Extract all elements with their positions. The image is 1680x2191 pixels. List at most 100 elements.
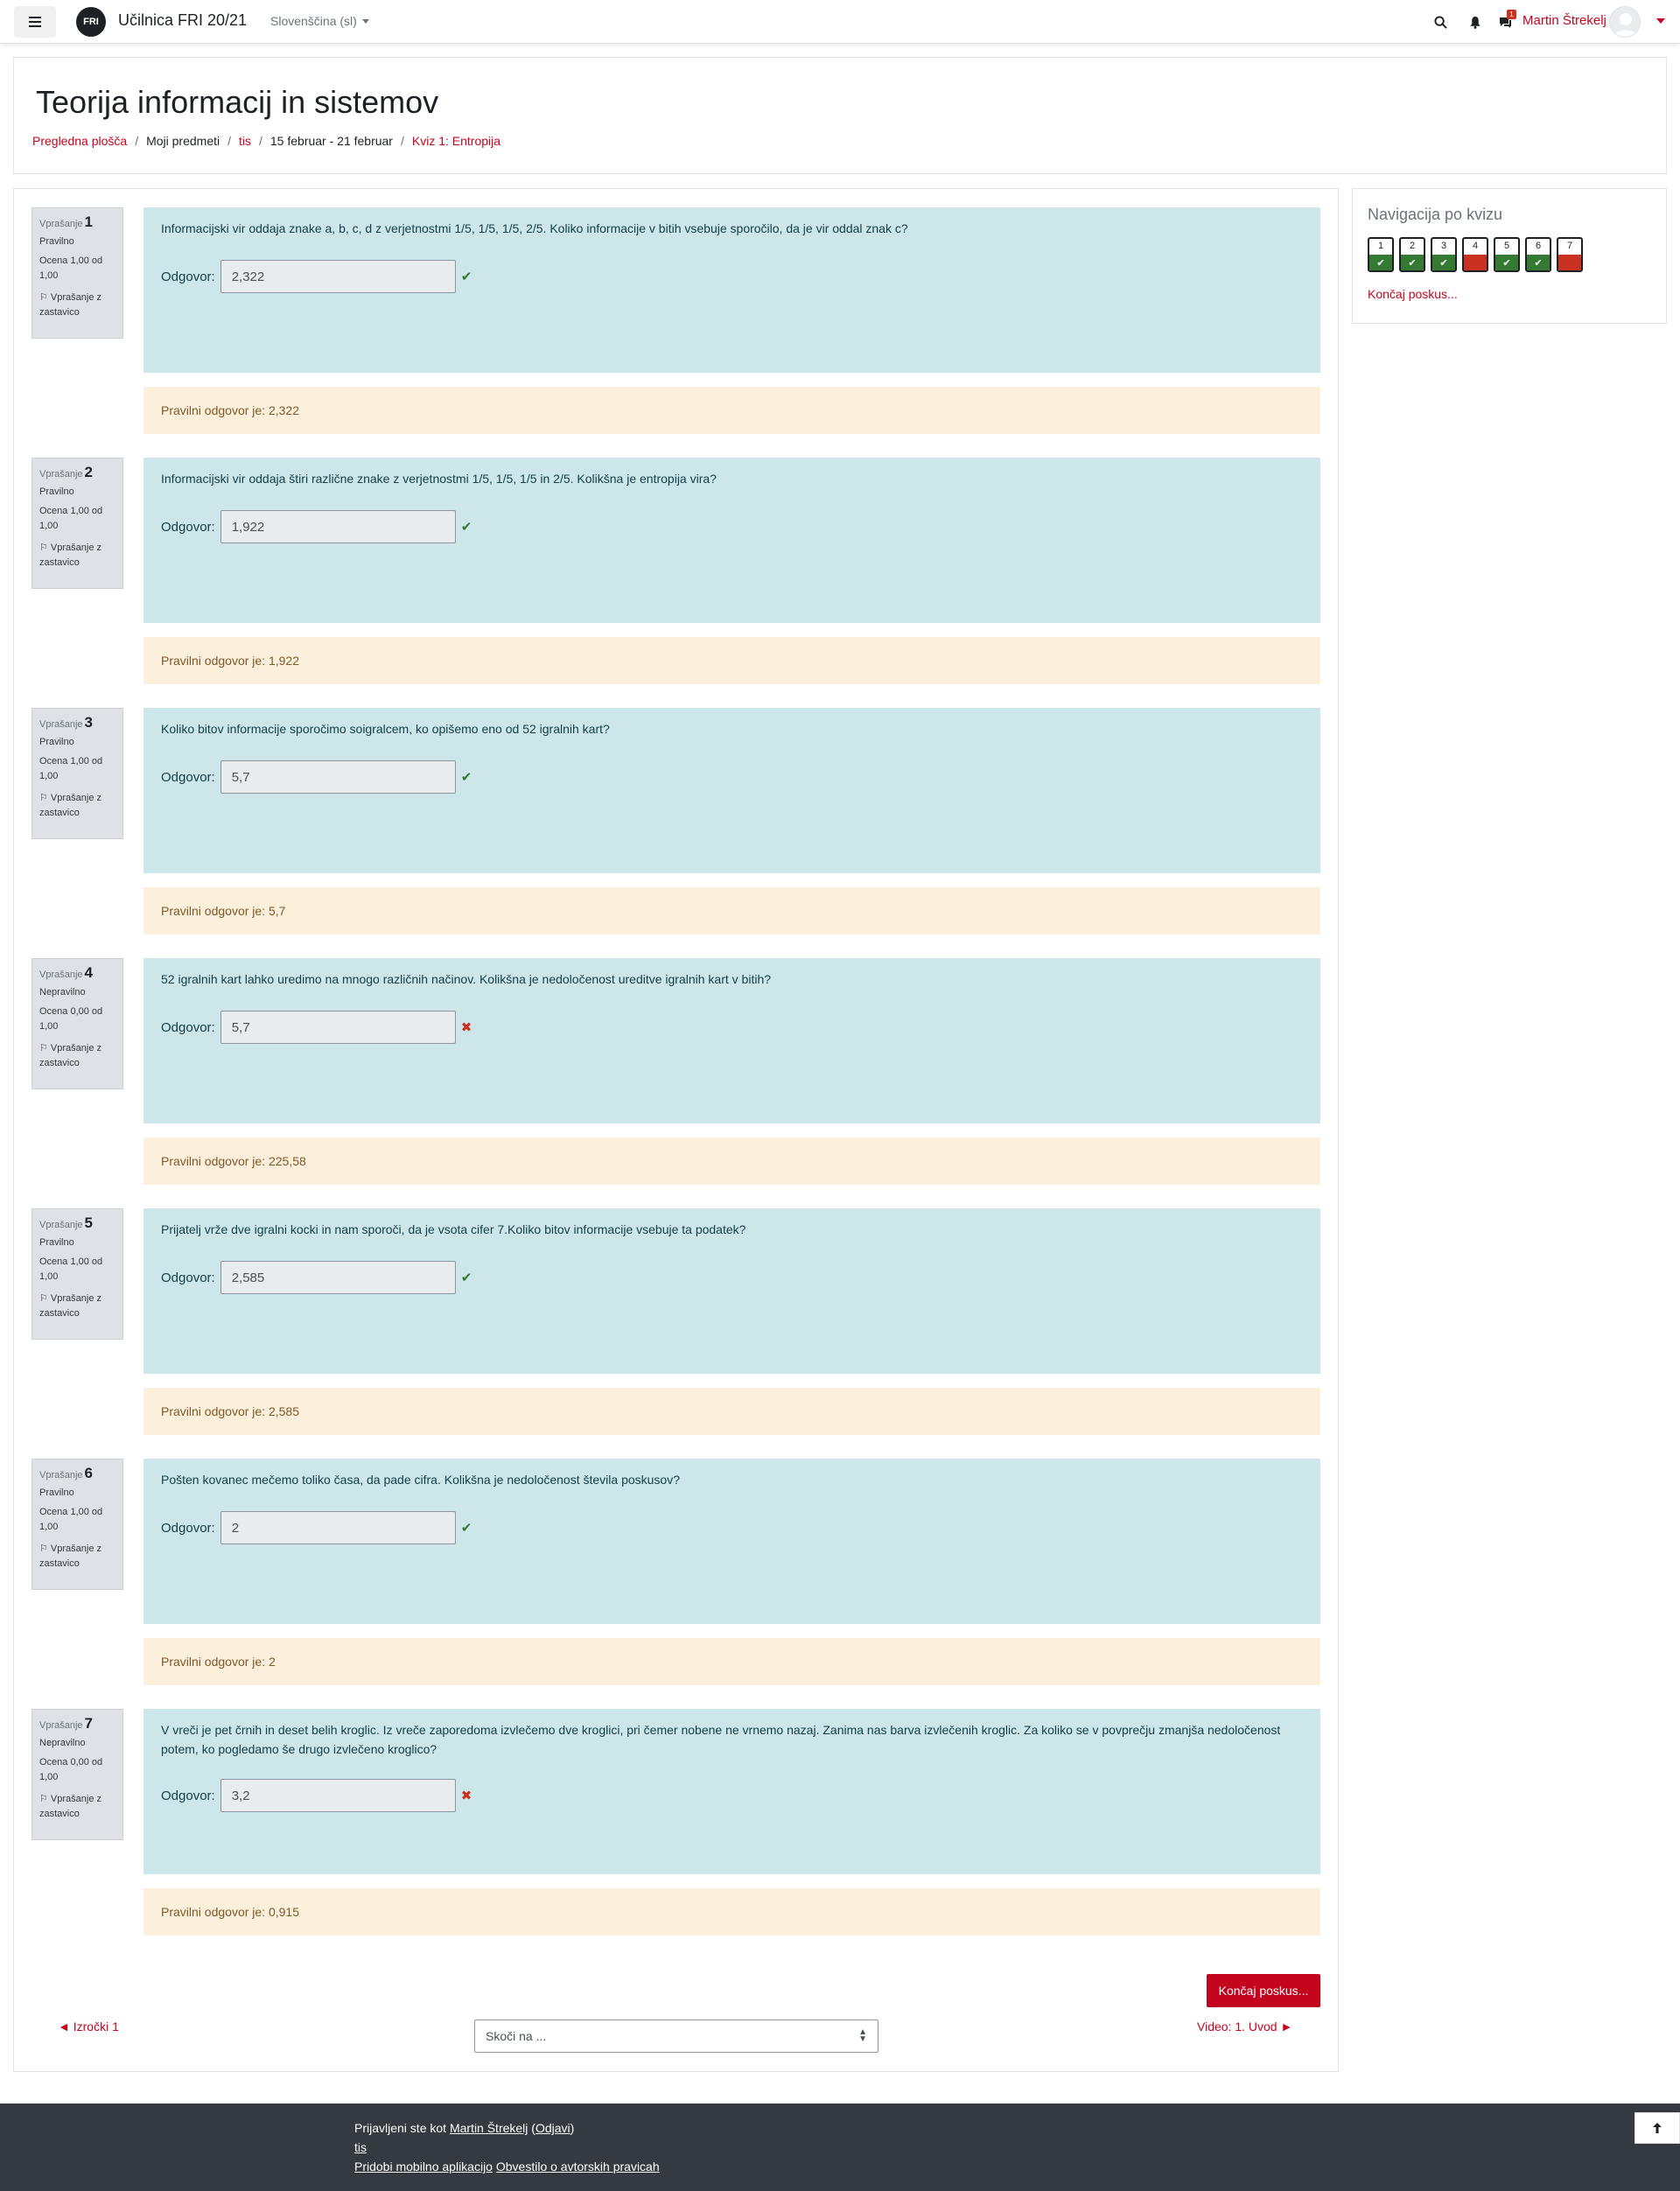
finish-attempt-link[interactable]: Končaj poskus...: [1368, 287, 1458, 301]
answer-row: Odgovor: 2,322 ✔: [161, 260, 472, 293]
user-menu-chevron-icon[interactable]: [1656, 18, 1665, 24]
language-menu[interactable]: Slovenščina (sl): [270, 14, 369, 28]
quiz-navigation-block: Navigacija po kvizu 1 ✔ 2 ✔ 3 ✔ 4 5 ✔ 6 ✔ 7 K…: [1352, 188, 1667, 324]
breadcrumb-dashboard[interactable]: Pregledna plošča: [32, 134, 127, 148]
quiz-review-region: Vprašanje 1 Pravilno Ocena 1,00 od 1,00 ⚐…: [13, 188, 1339, 2072]
answer-row: Odgovor: 2,585 ✔: [161, 1261, 472, 1294]
breadcrumb-my-courses: Moji predmeti: [146, 134, 220, 148]
answer-field[interactable]: 5,7: [220, 1011, 456, 1044]
answer-label: Odgovor:: [161, 1788, 215, 1803]
drawer-toggle-button[interactable]: [14, 6, 56, 38]
right-answer-feedback: Pravilni odgovor je: 5,7: [144, 887, 1320, 934]
flag-question-toggle[interactable]: ⚐ Vprašanje z zastavico: [39, 1542, 116, 1572]
question-state: Pravilno: [39, 1488, 74, 1498]
block-title: Navigacija po kvizu: [1368, 206, 1503, 223]
check-icon: ✔: [460, 770, 472, 785]
question-number: Vprašanje 5: [39, 1214, 94, 1231]
flag-icon: ⚐: [39, 793, 51, 803]
quiz-nav-button-1[interactable]: 1 ✔: [1368, 237, 1394, 272]
question-grade: Ocena 1,00 od 1,00: [39, 256, 103, 281]
incorrect-marker: [1464, 255, 1487, 270]
finish-attempt-button[interactable]: Končaj poskus...: [1207, 1974, 1320, 2007]
flag-question-toggle[interactable]: ⚐ Vprašanje z zastavico: [39, 1792, 116, 1822]
jump-to-label: Skoči na ...: [486, 2029, 547, 2043]
quiz-nav-button-4[interactable]: 4: [1462, 237, 1488, 272]
quiz-nav-button-2[interactable]: 2 ✔: [1399, 237, 1425, 272]
quiz-nav-button-6[interactable]: 6 ✔: [1525, 237, 1551, 272]
question-text: Koliko bitov informacije sporočimo soigr…: [161, 722, 610, 736]
question-state: Pravilno: [39, 737, 74, 747]
answer-field[interactable]: 2,585: [220, 1261, 456, 1294]
incorrect-marker: [1558, 255, 1581, 270]
question-number: Vprašanje 6: [39, 1465, 94, 1481]
logout-link[interactable]: Odjavi: [536, 2121, 570, 2135]
breadcrumb-course[interactable]: tis: [239, 134, 251, 148]
sort-arrows-icon: ▲ ▼: [858, 2027, 867, 2044]
site-name[interactable]: Učilnica FRI 20/21: [118, 11, 247, 30]
jump-to-select[interactable]: Skoči na ... ▲ ▼: [474, 2020, 878, 2053]
question-content: Prijatelj vrže dve igralni kocki in nam …: [144, 1208, 1320, 1374]
question-grade: Ocena 0,00 od 1,00: [39, 1006, 103, 1032]
quiz-nav-button-5[interactable]: 5 ✔: [1494, 237, 1520, 272]
question-info: Vprašanje 5 Pravilno Ocena 1,00 od 1,00 ⚐…: [32, 1208, 123, 1340]
user-menu-name[interactable]: Martin Štrekelj: [1522, 13, 1606, 28]
avatar[interactable]: [1609, 6, 1641, 38]
question-text: Prijatelj vrže dve igralni kocki in nam …: [161, 1222, 746, 1236]
question-grade: Ocena 1,00 od 1,00: [39, 756, 103, 781]
flag-question-toggle[interactable]: ⚐ Vprašanje z zastavico: [39, 791, 116, 821]
quiz-nav-button-7[interactable]: 7: [1557, 237, 1583, 272]
footer-info: Prijavljeni ste kot Martin Štrekelj (Odj…: [354, 2118, 660, 2176]
next-activity-link[interactable]: Video: 1. Uvod ►: [1197, 2020, 1292, 2034]
answer-field[interactable]: 2,322: [220, 260, 456, 293]
check-icon: ✔: [1432, 255, 1455, 270]
flag-question-toggle[interactable]: ⚐ Vprašanje z zastavico: [39, 541, 116, 570]
quiz-nav-button-3[interactable]: 3 ✔: [1431, 237, 1457, 272]
flag-icon: ⚐: [39, 542, 51, 553]
answer-field[interactable]: 3,2: [220, 1779, 456, 1812]
question-grade: Ocena 1,00 od 1,00: [39, 1256, 103, 1282]
question-number: Vprašanje 2: [39, 464, 94, 480]
question-content: 52 igralnih kart lahko uredimo na mnogo …: [144, 958, 1320, 1124]
question-info: Vprašanje 4 Nepravilno Ocena 0,00 od 1,00…: [32, 958, 123, 1089]
footer-course-link[interactable]: tis: [354, 2140, 367, 2154]
answer-label: Odgovor:: [161, 769, 215, 785]
question-content: V vreči je pet črnih in deset belih krog…: [144, 1709, 1320, 1874]
previous-activity-link[interactable]: ◄ Izročki 1: [58, 2020, 119, 2034]
cross-icon: ✖: [460, 1020, 472, 1035]
flag-question-toggle[interactable]: ⚐ Vprašanje z zastavico: [39, 1292, 116, 1321]
site-logo[interactable]: FRI: [76, 7, 106, 37]
flag-icon: ⚐: [39, 292, 51, 303]
footer-user-link[interactable]: Martin Štrekelj: [450, 2121, 528, 2135]
flag-question-toggle[interactable]: ⚐ Vprašanje z zastavico: [39, 1041, 116, 1071]
mobile-app-link[interactable]: Pridobi mobilno aplikacijo: [354, 2160, 493, 2174]
search-icon[interactable]: [1432, 13, 1449, 31]
quiz-nav-buttons: 1 ✔ 2 ✔ 3 ✔ 4 5 ✔ 6 ✔ 7: [1368, 237, 1583, 272]
breadcrumb-quiz[interactable]: Kviz 1: Entropija: [412, 134, 500, 148]
question-state: Nepravilno: [39, 1738, 86, 1748]
check-icon: ✔: [1369, 255, 1392, 270]
flag-icon: ⚐: [39, 1544, 51, 1554]
copyright-link[interactable]: Obvestilo o avtorskih pravicah: [496, 2160, 660, 2174]
question-text: 52 igralnih kart lahko uredimo na mnogo …: [161, 972, 772, 986]
right-answer-feedback: Pravilni odgovor je: 1,922: [144, 637, 1320, 684]
answer-label: Odgovor:: [161, 269, 215, 284]
language-label: Slovenščina (sl): [270, 14, 357, 28]
answer-field[interactable]: 1,922: [220, 510, 456, 543]
bell-icon[interactable]: [1466, 13, 1484, 31]
question-content: Informacijski vir oddaja štiri različne …: [144, 458, 1320, 623]
answer-field[interactable]: 5,7: [220, 760, 456, 794]
right-answer-feedback: Pravilni odgovor je: 0,915: [144, 1888, 1320, 1936]
flag-question-toggle[interactable]: ⚐ Vprašanje z zastavico: [39, 290, 116, 320]
page-footer: Prijavljeni ste kot Martin Štrekelj (Odj…: [0, 2104, 1680, 2191]
question-number: Vprašanje 7: [39, 1715, 94, 1732]
question-info: Vprašanje 3 Pravilno Ocena 1,00 od 1,00 ⚐…: [32, 708, 123, 839]
flag-icon: ⚐: [39, 1794, 51, 1804]
right-answer-feedback: Pravilni odgovor je: 2: [144, 1638, 1320, 1685]
question-state: Pravilno: [39, 1237, 74, 1248]
answer-field[interactable]: 2: [220, 1511, 456, 1544]
right-answer-feedback: Pravilni odgovor je: 2,322: [144, 387, 1320, 434]
flag-icon: ⚐: [39, 1043, 51, 1054]
answer-row: Odgovor: 3,2 ✖: [161, 1779, 472, 1812]
cross-icon: ✖: [460, 1788, 472, 1803]
back-to-top-button[interactable]: [1634, 2112, 1680, 2144]
